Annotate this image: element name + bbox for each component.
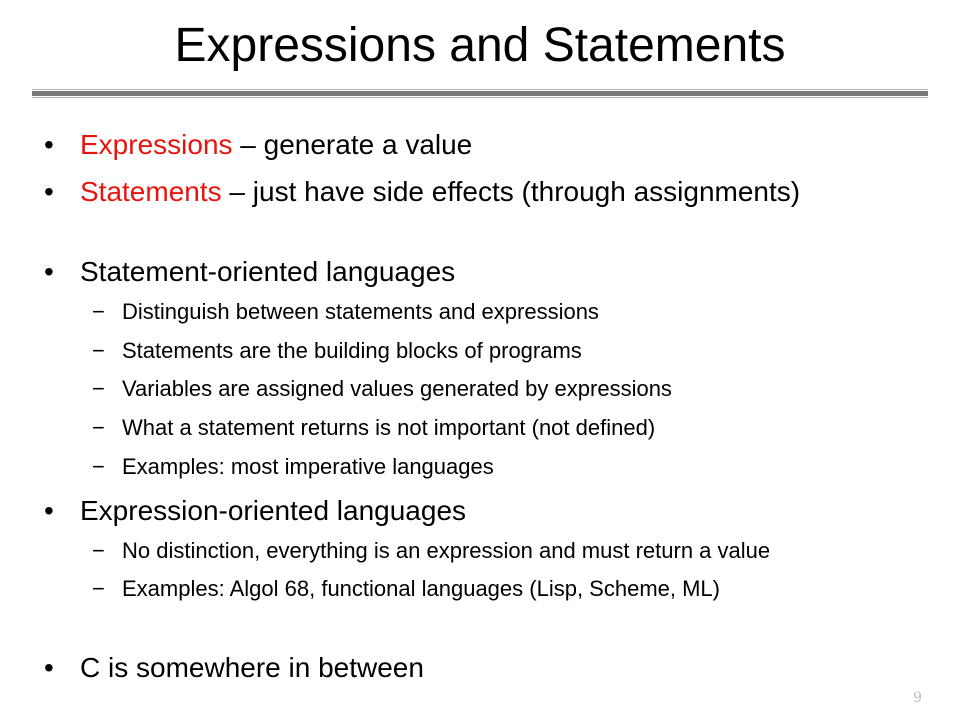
dash-glyph: − — [92, 576, 105, 601]
subitem: − Distinguish between statements and expr… — [92, 298, 599, 326]
dash-glyph: − — [92, 376, 105, 401]
bullet-dot: • — [44, 495, 54, 526]
subitem-text: Distinguish between statements and expre… — [122, 299, 599, 324]
bullet-expression-oriented: • Expression-oriented languages — [44, 494, 466, 528]
subitem: − What a statement returns is not importa… — [92, 414, 655, 442]
bullet-dot: • — [44, 256, 54, 287]
slide-title: Expressions and Statements — [174, 19, 786, 72]
dash-glyph: − — [92, 454, 105, 479]
subitem: − No distinction, everything is an expres… — [92, 537, 770, 565]
subitem: − Statements are the building blocks of p… — [92, 337, 582, 365]
bullet-expressions: • Expressions – generate a value — [44, 128, 472, 162]
bullet-description: – just have side effects (through assign… — [221, 176, 801, 207]
bullet-dot: • — [44, 652, 54, 683]
dash-glyph: − — [92, 338, 105, 363]
bullet-text: Statement-oriented languages — [80, 256, 456, 287]
bullet-text: Expression-oriented languages — [80, 495, 467, 526]
subitem-text: No distinction, everything is an express… — [122, 538, 771, 563]
subitem-text: Variables are assigned values generated … — [122, 376, 672, 401]
subitem-text: Examples: most imperative languages — [122, 454, 494, 479]
title-divider-line-bottom — [32, 97, 928, 98]
bullet-description: – generate a value — [232, 129, 473, 160]
subitem: − Examples: most imperative languages — [92, 453, 494, 481]
bullet-text: Expressions – generate a value — [80, 128, 472, 162]
bullet-c-language: • C is somewhere in between — [44, 651, 424, 685]
bullet-dot: • — [44, 176, 54, 207]
title-divider-line-top — [32, 89, 928, 90]
title-divider-line-thick — [32, 91, 928, 96]
subitem-text: What a statement returns is not importan… — [122, 415, 656, 440]
subitem-text: Statements are the building blocks of pr… — [122, 338, 582, 363]
subitem: − Examples: Algol 68, functional language… — [92, 575, 720, 603]
bullet-dot: • — [44, 129, 54, 160]
bullet-statements: • Statements – just have side effects (th… — [44, 175, 800, 209]
bullet-text: C is somewhere in between — [80, 652, 424, 683]
keyword-expressions: Expressions — [80, 129, 233, 160]
dash-glyph: − — [92, 415, 105, 440]
subitem-text: Examples: Algol 68, functional languages… — [122, 576, 720, 601]
subitem: − Variables are assigned values generated… — [92, 375, 672, 403]
dash-glyph: − — [92, 299, 105, 324]
bullet-text: Statements – just have side effects (thr… — [80, 175, 800, 209]
dash-glyph: − — [92, 538, 105, 563]
page-number: 9 — [913, 690, 922, 706]
keyword-statements: Statements — [80, 176, 222, 207]
bullet-statement-oriented: • Statement-oriented languages — [44, 255, 455, 289]
